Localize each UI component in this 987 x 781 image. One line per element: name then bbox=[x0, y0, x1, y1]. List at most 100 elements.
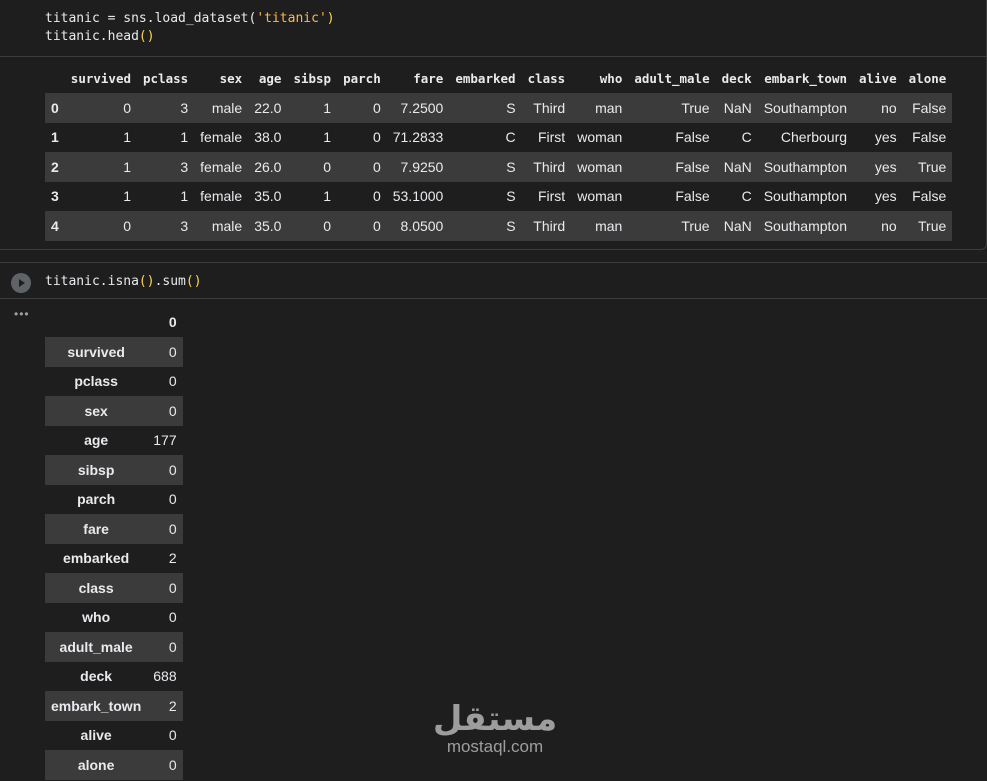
column-header: age bbox=[258, 70, 282, 86]
table-cell: 1 bbox=[180, 188, 189, 205]
table-row: sex 0 bbox=[45, 396, 183, 426]
table-cell: female bbox=[200, 129, 243, 146]
table-cell: 3 bbox=[180, 217, 189, 234]
table-cell: Third bbox=[533, 158, 566, 175]
string-literal: 'titanic' bbox=[256, 11, 327, 26]
table-cell: False bbox=[675, 188, 710, 205]
null-count: 177 bbox=[153, 432, 177, 449]
table-cell: 0 bbox=[323, 158, 332, 175]
null-count: 2 bbox=[168, 550, 177, 567]
table-cell: 8.0500 bbox=[400, 217, 444, 234]
table-cell: woman bbox=[577, 158, 623, 175]
table-cell: man bbox=[595, 217, 623, 234]
table-cell: 0 bbox=[323, 217, 332, 234]
table-cell: woman bbox=[577, 188, 623, 205]
row-index: 3 bbox=[51, 188, 59, 205]
null-count: 0 bbox=[168, 638, 177, 655]
table-cell: female bbox=[200, 188, 243, 205]
table-cell: 1 bbox=[123, 188, 132, 205]
table-row: parch 0 bbox=[45, 485, 183, 515]
table-cell: NaN bbox=[723, 99, 752, 116]
table-cell: 1 bbox=[123, 158, 132, 175]
table-cell: 53.1000 bbox=[392, 188, 444, 205]
row-label: alone bbox=[77, 756, 115, 773]
cell-divider bbox=[0, 298, 987, 299]
table-cell: yes bbox=[874, 158, 897, 175]
table-cell: 71.2833 bbox=[392, 129, 444, 146]
table-row: alone 0 bbox=[45, 750, 183, 780]
row-label: deck bbox=[80, 668, 113, 685]
table-cell: True bbox=[918, 217, 947, 234]
table-cell: S bbox=[506, 188, 516, 205]
null-count: 0 bbox=[168, 609, 177, 626]
row-label: embarked bbox=[63, 550, 130, 567]
table-cell: S bbox=[506, 158, 516, 175]
table-cell: 1 bbox=[123, 129, 132, 146]
table-cell: Southampton bbox=[763, 158, 848, 175]
table-cell: NaN bbox=[723, 217, 752, 234]
null-count: 2 bbox=[168, 697, 177, 714]
table-cell: First bbox=[537, 188, 566, 205]
table-row: survived 0 bbox=[45, 337, 183, 367]
table-cell: 0 bbox=[372, 129, 381, 146]
code-editor[interactable]: titanic = sns.load_dataset('titanic') ti… bbox=[45, 10, 335, 46]
run-cell-button[interactable] bbox=[11, 273, 31, 293]
table-cell: yes bbox=[874, 188, 897, 205]
row-label: sibsp bbox=[77, 461, 115, 478]
null-count: 0 bbox=[168, 402, 177, 419]
row-label: pclass bbox=[74, 373, 118, 390]
table-row: embarked 2 bbox=[45, 544, 183, 574]
table-row: who 0 bbox=[45, 603, 183, 633]
table-cell: 1 bbox=[180, 129, 189, 146]
table-row: age 177 bbox=[45, 426, 183, 456]
cell-divider bbox=[0, 56, 987, 57]
table-row: alive 0 bbox=[45, 721, 183, 751]
table-cell: yes bbox=[874, 129, 897, 146]
column-header: deck bbox=[721, 70, 752, 86]
table-cell: Southampton bbox=[763, 99, 848, 116]
table-cell: female bbox=[200, 158, 243, 175]
table-cell: C bbox=[741, 188, 752, 205]
column-header: sibsp bbox=[293, 70, 332, 86]
row-label: embark_town bbox=[51, 697, 142, 714]
table-row: 4 0 3 male 35.0 0 0 8.0500 S Third man True NaN South… bbox=[45, 211, 953, 241]
table-cell: male bbox=[211, 99, 243, 116]
isna-sum-table: 0 survived 0 pclass 0 sex 0 age 177 sibsp 0 parch 0… bbox=[45, 307, 183, 780]
table-row: 1 1 1 female 38.0 1 0 71.2833 C First woman False C C… bbox=[45, 123, 952, 153]
table-cell: woman bbox=[577, 129, 623, 146]
table-cell: Cherbourg bbox=[780, 129, 848, 146]
table-cell: 22.0 bbox=[254, 99, 282, 116]
table-cell: 0 bbox=[372, 188, 381, 205]
row-label: who bbox=[82, 609, 111, 626]
row-label: fare bbox=[83, 520, 109, 537]
table-cell: 0 bbox=[372, 217, 381, 234]
null-count: 0 bbox=[168, 461, 177, 478]
table-row: 0 0 3 male 22.0 1 0 7.2500 S Third man True NaN South… bbox=[45, 93, 953, 123]
null-count: 0 bbox=[168, 579, 177, 596]
table-row: fare 0 bbox=[45, 514, 183, 544]
table-cell: 38.0 bbox=[254, 129, 282, 146]
column-header: class bbox=[527, 70, 566, 86]
code-editor[interactable]: titanic.isna().sum() bbox=[45, 273, 202, 291]
table-row: sibsp 0 bbox=[45, 455, 183, 485]
table-cell: no bbox=[881, 217, 897, 234]
column-header: alive bbox=[859, 70, 897, 86]
row-index: 4 bbox=[51, 217, 59, 234]
table-cell: 1 bbox=[323, 188, 332, 205]
code-cell-load-dataset[interactable]: titanic = sns.load_dataset('titanic') ti… bbox=[0, 0, 987, 250]
table-cell: 3 bbox=[180, 99, 189, 116]
null-count: 688 bbox=[153, 668, 177, 685]
table-cell: 0 bbox=[123, 217, 132, 234]
table-cell: man bbox=[595, 99, 623, 116]
table-row: class 0 bbox=[45, 573, 183, 603]
row-label: adult_male bbox=[59, 638, 133, 655]
table-cell: male bbox=[211, 217, 243, 234]
null-count: 0 bbox=[168, 373, 177, 390]
table-cell: False bbox=[912, 129, 947, 146]
table-cell: False bbox=[912, 99, 947, 116]
table-cell: 7.9250 bbox=[400, 158, 444, 175]
output-menu-icon[interactable]: ••• bbox=[14, 307, 30, 321]
table-cell: False bbox=[675, 158, 710, 175]
table-cell: True bbox=[681, 217, 710, 234]
table-cell: Third bbox=[533, 217, 566, 234]
